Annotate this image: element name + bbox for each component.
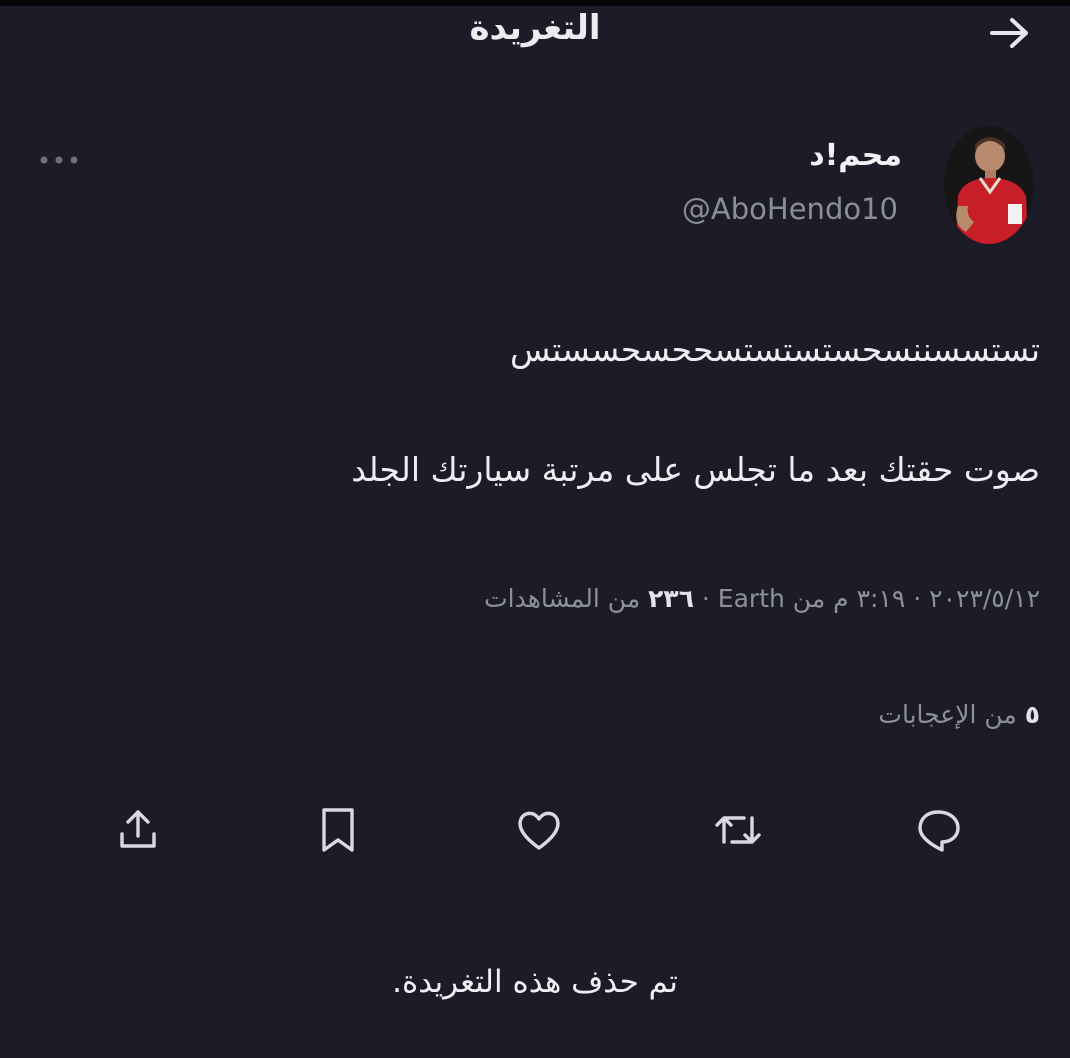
reply-button[interactable] [912, 804, 964, 856]
user-handle[interactable]: @AboHendo10 [682, 192, 898, 226]
heart-icon [518, 811, 560, 850]
tweet-metadata: ٢٠٢٣/٥/١٢ · ٣:١٩ م من Earth · ٢٣٦ من الم… [484, 584, 1040, 613]
likes-stat[interactable]: ٥ من الإعجابات [878, 700, 1040, 729]
tweet-text-line-1: تستسسننسحستستستسححسحسستس [510, 330, 1040, 369]
share-icon [120, 810, 156, 848]
display-name[interactable]: محم!د [809, 138, 902, 173]
timestamp-source: ٢٠٢٣/٥/١٢ · ٣:١٩ م من Earth · [693, 584, 1040, 613]
more-dots-icon [40, 156, 78, 164]
page-title: التغريدة [469, 8, 601, 48]
tweet-text-line-2: صوت حقتك بعد ما تجلس على مرتبة سيارتك ال… [351, 450, 1040, 489]
views-label: من المشاهدات [484, 584, 649, 613]
likes-label: من الإعجابات [878, 700, 1025, 729]
deleted-tweet-notice: تم حذف هذه التغريدة. [392, 964, 678, 1000]
back-button[interactable] [984, 12, 1036, 54]
share-button[interactable] [112, 804, 164, 856]
more-options-button[interactable] [36, 148, 82, 172]
bookmark-icon [322, 808, 354, 852]
views-count: ٢٣٦ [648, 584, 694, 613]
arrow-right-icon [990, 18, 1028, 48]
top-edge-bar [0, 0, 1070, 6]
avatar[interactable] [944, 126, 1034, 244]
player-avatar-image [944, 126, 1034, 244]
retweet-icon [715, 816, 761, 844]
like-button[interactable] [513, 804, 565, 856]
bookmark-button[interactable] [312, 804, 364, 856]
reply-icon [918, 810, 960, 852]
retweet-button[interactable] [712, 804, 764, 856]
likes-count: ٥ [1024, 700, 1040, 729]
